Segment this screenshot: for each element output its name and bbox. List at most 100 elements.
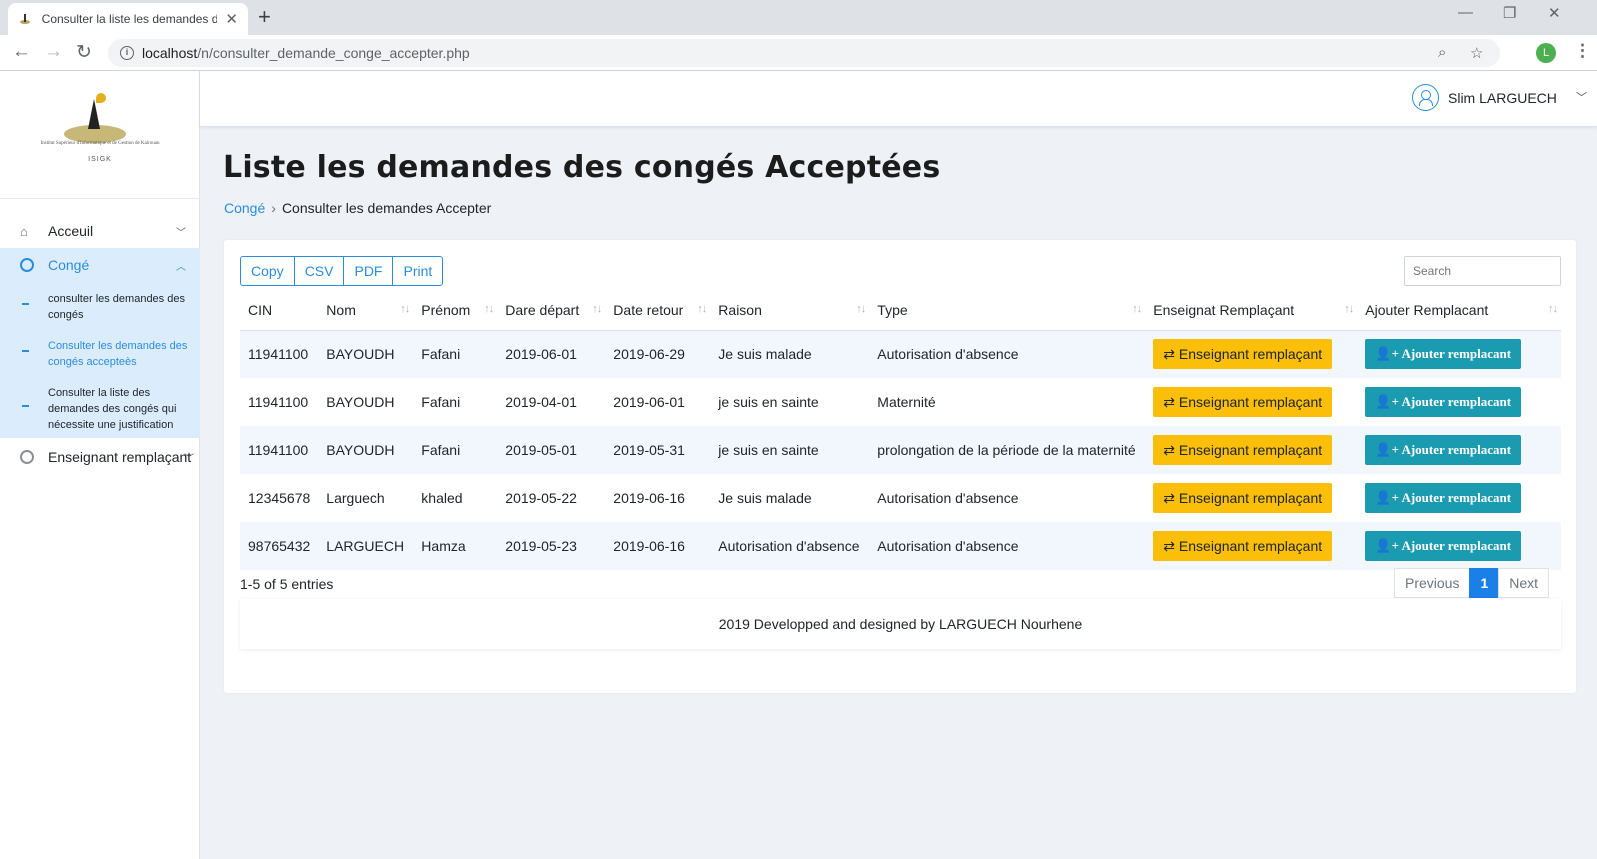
cell-cin: 98765432 — [240, 522, 319, 570]
dash-icon — [22, 405, 29, 407]
demandes-table: CIN Nom ↑↓ Prénom ↑↓ Dare départ ↑↓ Date re… — [240, 290, 1561, 570]
cell-type: Autorisation d'absence — [869, 330, 1146, 378]
sidebar-item-acceuil[interactable]: ⌂ Acceuil ﹀ — [0, 214, 200, 248]
address-bar: ← → ↻ i localhost/n/consulter_demande_co… — [0, 35, 1597, 71]
profile-avatar[interactable]: L — [1536, 43, 1556, 63]
omnibox[interactable]: i localhost/n/consulter_demande_conge_ac… — [108, 39, 1500, 67]
pdf-button[interactable]: PDF — [343, 256, 394, 286]
enseignant-remplacant-button[interactable]: ⇄ Enseignant remplaçant — [1153, 483, 1333, 513]
browser-menu-icon[interactable]: ⋮ — [1574, 41, 1591, 61]
site-info-icon[interactable]: i — [120, 46, 134, 60]
button-label: Enseignant remplaçant — [1178, 346, 1323, 363]
submenu-item-demandes[interactable]: consulter les demandes des congés — [0, 291, 200, 323]
column-header-raison[interactable]: Raison ↑↓ — [710, 290, 870, 331]
column-header-label: Ajouter Remplacant — [1365, 301, 1489, 318]
cell-prenom: Fafani — [413, 426, 498, 474]
cell-cin: 11941100 — [248, 394, 309, 410]
column-header-type[interactable]: Type ↑↓ — [869, 290, 1146, 331]
next-page-button[interactable]: Next — [1498, 568, 1550, 598]
cell-depart: 2019-05-22 — [505, 490, 577, 506]
logo-acronym: ISIGK — [88, 156, 112, 163]
chevron-down-icon[interactable]: ﹀ — [1576, 89, 1587, 105]
tab-title: Consulter la liste les demandes d — [41, 12, 218, 26]
column-header-label: Dare départ — [505, 301, 580, 318]
back-icon[interactable]: ← — [12, 41, 31, 63]
cell-depart: 2019-05-23 — [497, 522, 606, 570]
cell-retour: 2019-05-31 — [605, 426, 711, 474]
search-input[interactable] — [1404, 256, 1561, 286]
close-tab-icon[interactable]: ✕ — [225, 10, 238, 28]
button-label: Ajouter remplacant — [1401, 346, 1512, 362]
column-header-retour[interactable]: Date retour ↑↓ — [605, 290, 711, 331]
table-row: 11941100 BAYOUDH Fafani 2019-05-01 2019-… — [240, 426, 1561, 474]
exchange-icon: ⇄ — [1163, 538, 1179, 554]
user-avatar-icon[interactable] — [1412, 84, 1439, 111]
cell-depart: 2019-05-01 — [497, 426, 606, 474]
submenu-item-justification[interactable]: Consulter la liste des demandes des cong… — [0, 385, 200, 433]
exchange-icon: ⇄ — [1163, 346, 1179, 363]
column-header-cin[interactable]: CIN — [240, 290, 319, 331]
browser-tab[interactable]: Consulter la liste les demandes d ✕ — [8, 3, 248, 35]
enseignant-remplacant-button[interactable]: ⇄ Enseignant remplaçant — [1153, 435, 1333, 465]
top-header: Slim LARGUECH ﹀ — [200, 71, 1597, 127]
restore-icon[interactable]: ❐ — [1503, 4, 1516, 22]
user-name[interactable]: Slim LARGUECH — [1448, 90, 1557, 106]
ajouter-remplacant-button[interactable]: 👤+ Ajouter remplacant — [1365, 531, 1522, 561]
footer: 2019 Developped and designed by LARGUECH… — [240, 599, 1561, 649]
print-button[interactable]: Print — [392, 256, 444, 286]
ajouter-remplacant-button[interactable]: 👤+ Ajouter remplacant — [1365, 339, 1522, 370]
submenu-item-label: consulter les demandes des congés — [48, 293, 185, 321]
ajouter-remplacant-button[interactable]: 👤+ Ajouter remplacant — [1365, 483, 1522, 513]
window-close-icon[interactable]: ✕ — [1548, 4, 1561, 22]
home-icon: ⌂ — [20, 224, 28, 239]
sort-icon: ↑↓ — [400, 303, 410, 315]
user-plus-icon: 👤+ — [1375, 394, 1402, 409]
breadcrumb-separator-icon: › — [271, 200, 276, 216]
enseignant-remplacant-button[interactable]: ⇄ Enseignant remplaçant — [1153, 387, 1333, 417]
user-plus-icon: 👤+ — [1375, 346, 1402, 362]
breadcrumb-link-conge[interactable]: Congé — [224, 200, 265, 216]
url-text: localhost/n/consulter_demande_conge_acce… — [142, 45, 470, 61]
cell-cin: 12345678 — [248, 490, 311, 506]
minimize-icon[interactable]: — — [1458, 4, 1473, 21]
sort-icon: ↑↓ — [1344, 303, 1354, 315]
forward-icon[interactable]: → — [44, 41, 63, 63]
cell-depart: 2019-06-01 — [497, 330, 606, 378]
csv-button[interactable]: CSV — [293, 256, 345, 286]
cell-retour: 2019-06-16 — [613, 490, 685, 506]
chevron-down-icon: ﹀ — [176, 227, 186, 239]
column-header-depart[interactable]: Dare départ ↑↓ — [497, 290, 606, 331]
new-tab-icon[interactable]: + — [258, 4, 271, 30]
column-header-enseignant[interactable]: Enseignat Remplaçant ↑↓ — [1145, 290, 1358, 331]
column-header-prenom[interactable]: Prénom ↑↓ — [413, 290, 498, 331]
cell-cin: 11941100 — [240, 330, 319, 378]
sidebar-item-label: Congé — [48, 257, 90, 273]
table-row: 11941100 BAYOUDH Fafani 2019-06-01 2019-… — [240, 330, 1561, 378]
column-header-ajouter[interactable]: Ajouter Remplacant ↑↓ — [1357, 290, 1561, 331]
previous-page-button[interactable]: Previous — [1394, 568, 1471, 598]
enseignant-remplacant-button[interactable]: ⇄ Enseignant remplaçant — [1153, 339, 1333, 370]
dash-icon — [22, 350, 29, 352]
reload-icon[interactable]: ↻ — [76, 41, 92, 64]
sort-icon: ↑↓ — [1132, 303, 1142, 315]
button-label: Ajouter remplacant — [1401, 538, 1512, 553]
cell-raison: je suis en sainte — [718, 394, 819, 410]
button-label: Ajouter remplacant — [1401, 442, 1512, 457]
column-header-nom[interactable]: Nom ↑↓ — [318, 290, 414, 331]
breadcrumb-current: Consulter les demandes Accepter — [281, 200, 492, 216]
sidebar-item-conge[interactable]: Congé ︿ — [0, 248, 200, 282]
cell-ajouter: 👤+ Ajouter remplacant — [1357, 426, 1561, 474]
submenu-item-acceptees[interactable]: Consulter les demandes des congés accept… — [0, 338, 200, 370]
sidebar-item-enseignant-remplacant[interactable]: Enseignant remplaçant ﹀ — [0, 440, 200, 474]
cell-raison: je suis en sainte — [710, 426, 870, 474]
ajouter-remplacant-button[interactable]: 👤+ Ajouter remplacant — [1365, 435, 1522, 465]
ajouter-remplacant-button[interactable]: 👤+ Ajouter remplacant — [1365, 387, 1522, 417]
cell-prenom: Hamza — [413, 522, 498, 570]
column-header-label: Enseignat Remplaçant — [1153, 301, 1295, 318]
page-1-button[interactable]: 1 — [1469, 568, 1500, 598]
bookmark-star-icon[interactable]: ☆ — [1470, 44, 1483, 62]
logo-caption: Institut Supérieur d'Informatique et de … — [40, 141, 160, 146]
zoom-icon[interactable]: ⌕ — [1438, 44, 1446, 61]
copy-button[interactable]: Copy — [240, 256, 295, 286]
enseignant-remplacant-button[interactable]: ⇄ Enseignant remplaçant — [1153, 531, 1333, 561]
